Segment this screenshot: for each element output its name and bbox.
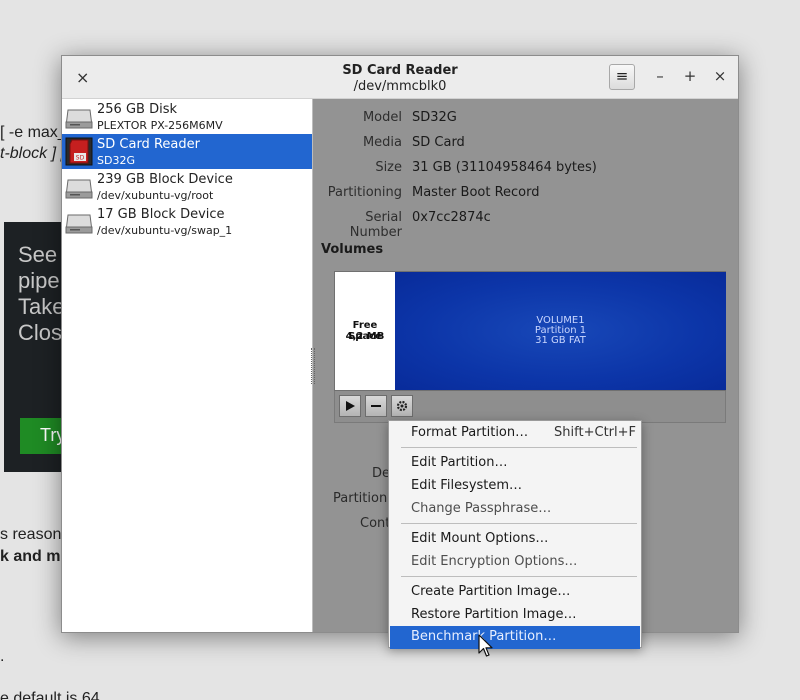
info-value: SD32G bbox=[412, 110, 457, 125]
info-row-partitioning: Partitioning Master Boot Record bbox=[313, 185, 738, 203]
bg-text-fragment: [ -e max_ bbox=[0, 124, 67, 141]
sd-card-icon: SD bbox=[65, 137, 93, 166]
volume-map: Free Space 4,2 MB VOLUME1 Partition 1 31… bbox=[334, 271, 726, 391]
menu-item-shortcut: Shift+Ctrl+F bbox=[554, 425, 636, 440]
menu-item-label: Format Partition… bbox=[411, 425, 529, 440]
bg-dark-line: Take bbox=[18, 294, 65, 319]
hamburger-icon: ≡ bbox=[615, 67, 629, 85]
svg-text:SD: SD bbox=[76, 155, 85, 162]
free-space-size: 4,2 MB bbox=[345, 331, 385, 342]
device-item-256gb-disk[interactable]: 256 GB Disk PLEXTOR PX-256M6MV bbox=[62, 99, 312, 134]
info-row-serial: Serial Number 0x7cc2874c bbox=[313, 210, 738, 240]
info-label: Media bbox=[362, 135, 402, 150]
menu-separator bbox=[401, 576, 637, 577]
menu-item-label: Edit Filesystem… bbox=[411, 478, 523, 493]
menu-item-label: Edit Encryption Options… bbox=[411, 554, 578, 569]
minimize-button[interactable]: – bbox=[651, 67, 669, 85]
menu-button[interactable]: ≡ bbox=[609, 64, 635, 90]
info-row-size: Size 31 GB (31104958464 bytes) bbox=[313, 160, 738, 178]
device-name: 17 GB Block Device bbox=[97, 207, 225, 222]
info-value: Master Boot Record bbox=[412, 185, 540, 200]
menu-item-label: Edit Partition… bbox=[411, 455, 508, 470]
device-item-sd-card-reader[interactable]: SD SD Card Reader SD32G bbox=[62, 134, 312, 169]
menu-item-label: Restore Partition Image… bbox=[411, 607, 577, 622]
bg-text-fragment: e default is 64 bbox=[0, 690, 100, 700]
menu-separator bbox=[401, 523, 637, 524]
menu-separator bbox=[401, 447, 637, 448]
device-name: 239 GB Block Device bbox=[97, 172, 233, 187]
device-item-17gb-block[interactable]: 17 GB Block Device /dev/xubuntu-vg/swap_… bbox=[62, 204, 312, 239]
info-label: Partitioning bbox=[327, 185, 402, 200]
info-label: Serial Number bbox=[349, 210, 402, 240]
delete-partition-button[interactable] bbox=[365, 395, 387, 417]
bg-dark-line: See bbox=[18, 242, 58, 267]
bg-dark-line: pipe bbox=[18, 268, 60, 293]
pane-resize-handle[interactable] bbox=[311, 348, 315, 384]
menu-item-label: Create Partition Image… bbox=[411, 584, 571, 599]
free-space-segment[interactable]: Free Space 4,2 MB bbox=[335, 272, 395, 390]
gears-icon bbox=[396, 400, 408, 412]
menu-item-edit-filesystem[interactable]: Edit Filesystem… bbox=[390, 475, 640, 498]
maximize-button[interactable]: + bbox=[681, 67, 699, 85]
partition-options-button[interactable] bbox=[391, 395, 413, 417]
bg-text-fragment: k and ml bbox=[0, 548, 65, 565]
close-button[interactable]: × bbox=[711, 67, 729, 85]
menu-item-benchmark-partition[interactable]: Benchmark Partition… bbox=[390, 626, 640, 649]
device-name: 256 GB Disk bbox=[97, 102, 177, 117]
device-subtitle: /dev/xubuntu-vg/root bbox=[97, 189, 214, 202]
window-title: SD Card Reader bbox=[342, 63, 458, 78]
info-row-model: Model SD32G bbox=[313, 110, 738, 128]
device-subtitle: SD32G bbox=[97, 154, 135, 167]
partition-segment[interactable]: VOLUME1 Partition 1 31 GB FAT bbox=[395, 272, 726, 390]
device-list: 256 GB Disk PLEXTOR PX-256M6MV SD SD Car… bbox=[62, 99, 313, 632]
minus-icon bbox=[371, 405, 381, 407]
play-icon bbox=[346, 401, 355, 411]
bg-text-fragment: s reason bbox=[0, 526, 62, 543]
mouse-pointer-icon bbox=[478, 634, 493, 657]
title-bar[interactable]: × SD Card Reader /dev/mmcblk0 ≡ – + × bbox=[62, 56, 738, 99]
menu-item-restore-partition-image[interactable]: Restore Partition Image… bbox=[390, 604, 640, 627]
window-subtitle: /dev/mmcblk0 bbox=[353, 79, 447, 94]
volume-toolbar bbox=[334, 391, 726, 423]
volumes-heading: Volumes bbox=[321, 242, 384, 257]
device-name: SD Card Reader bbox=[97, 137, 200, 152]
bg-text-fragment: . bbox=[0, 648, 5, 665]
menu-item-label: Edit Mount Options… bbox=[411, 531, 549, 546]
menu-item-create-partition-image[interactable]: Create Partition Image… bbox=[390, 581, 640, 604]
hard-disk-icon bbox=[65, 179, 93, 199]
hard-disk-icon bbox=[65, 214, 93, 234]
menu-item-edit-mount-options[interactable]: Edit Mount Options… bbox=[390, 528, 640, 551]
hard-disk-icon bbox=[65, 109, 93, 129]
info-value: 0x7cc2874c bbox=[412, 210, 491, 225]
device-subtitle: PLEXTOR PX-256M6MV bbox=[97, 119, 223, 132]
mount-button[interactable] bbox=[339, 395, 361, 417]
info-row-media: Media SD Card bbox=[313, 135, 738, 153]
bg-text-fragment: t-block ] [ bbox=[0, 145, 65, 162]
info-label: Model bbox=[362, 110, 402, 125]
menu-item-edit-encryption-options[interactable]: Edit Encryption Options… bbox=[390, 551, 640, 574]
menu-item-change-passphrase[interactable]: Change Passphrase… bbox=[390, 498, 640, 521]
device-subtitle: /dev/xubuntu-vg/swap_1 bbox=[97, 224, 233, 237]
device-item-239gb-block[interactable]: 239 GB Block Device /dev/xubuntu-vg/root bbox=[62, 169, 312, 204]
info-value: 31 GB (31104958464 bytes) bbox=[412, 160, 597, 175]
partition-context-menu: Format Partition… Shift+Ctrl+F Edit Part… bbox=[388, 420, 642, 649]
partition-desc: 31 GB FAT bbox=[535, 335, 586, 346]
info-value: SD Card bbox=[412, 135, 465, 150]
info-label: Size bbox=[375, 160, 402, 175]
menu-item-format-partition[interactable]: Format Partition… Shift+Ctrl+F bbox=[390, 422, 640, 445]
bg-dark-line: Clos bbox=[18, 320, 63, 345]
menu-item-edit-partition[interactable]: Edit Partition… bbox=[390, 452, 640, 475]
menu-item-label: Change Passphrase… bbox=[411, 501, 552, 516]
